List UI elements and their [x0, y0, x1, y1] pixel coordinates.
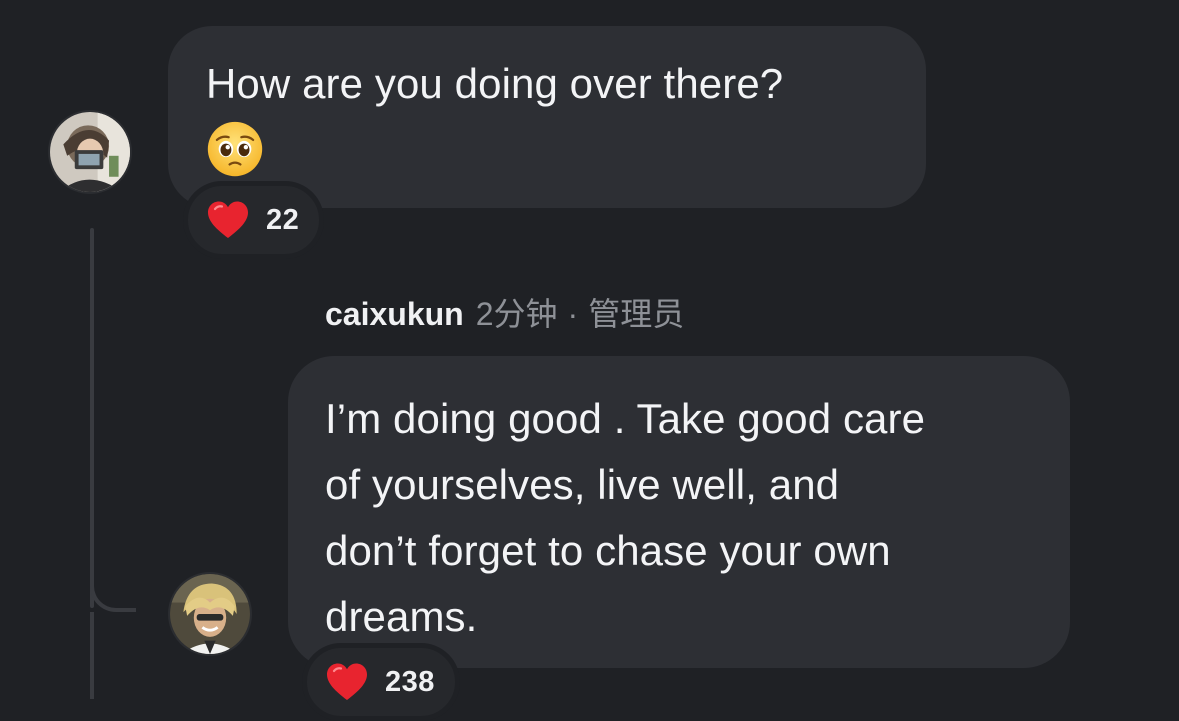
- reply-text: I’m doing good . Take good care of yours…: [325, 395, 926, 640]
- reply-reaction-pill[interactable]: 238: [302, 643, 460, 721]
- comment-reaction-pill[interactable]: 22: [183, 181, 325, 259]
- heart-icon: [208, 201, 248, 238]
- reply-role-badge: 管理员: [588, 296, 685, 332]
- comment-text: How are you doing over there?: [206, 60, 784, 107]
- heart-icon: [327, 663, 367, 700]
- reaction-count: 238: [385, 665, 435, 698]
- thread-connector-line: [90, 228, 94, 608]
- commenter-avatar[interactable]: [48, 110, 132, 194]
- reply-avatar[interactable]: [168, 572, 252, 656]
- pleading-face-emoji-icon: [207, 121, 263, 177]
- reaction-count: 22: [266, 203, 300, 236]
- reply-username[interactable]: caixukun: [325, 296, 464, 332]
- thread-connector-line-lower: [90, 612, 94, 699]
- meta-separator: ·: [567, 296, 579, 332]
- reply-header: caixukun 2分钟 · 管理员: [325, 292, 684, 336]
- reply-bubble[interactable]: I’m doing good . Take good care of yours…: [288, 356, 1070, 668]
- avatar-image: [170, 574, 250, 654]
- reply-timestamp: 2分钟: [475, 296, 558, 332]
- avatar-image: [50, 112, 130, 192]
- thread-connector-curve: [90, 568, 136, 612]
